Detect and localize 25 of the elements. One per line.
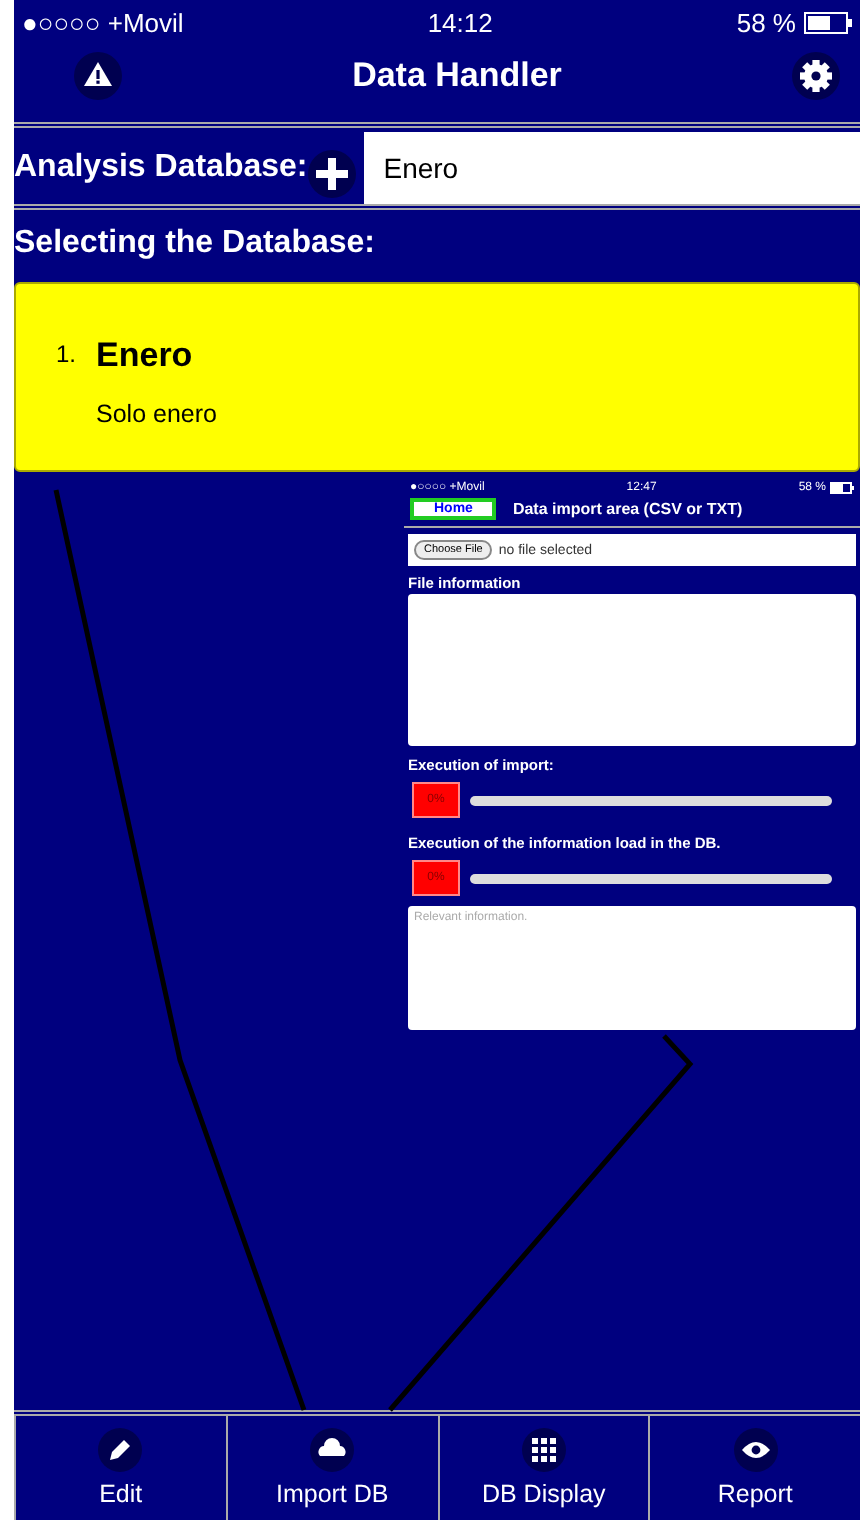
clock-text: 14:12 bbox=[427, 7, 493, 37]
item-number: 1. bbox=[56, 338, 77, 372]
database-name: Enero bbox=[96, 336, 195, 376]
pencil-icon bbox=[98, 1428, 143, 1472]
database-field[interactable]: Enero bbox=[363, 132, 860, 204]
warning-icon[interactable] bbox=[74, 51, 122, 99]
tab-item[interactable]: Edit bbox=[14, 1416, 226, 1520]
eye-icon bbox=[733, 1428, 778, 1472]
section-title: Selecting the Database: bbox=[14, 224, 377, 262]
database-list-item[interactable]: 1. Enero Solo enero bbox=[14, 282, 860, 472]
app-title: Data Handler bbox=[352, 55, 562, 95]
grid-icon bbox=[521, 1428, 566, 1472]
screen-title: Data import area (CSV or TXT) bbox=[512, 500, 743, 518]
settings-icon[interactable] bbox=[792, 51, 840, 99]
add-icon[interactable] bbox=[307, 150, 356, 198]
database-description: Solo enero bbox=[96, 400, 217, 428]
battery-text: 58 % bbox=[736, 7, 796, 37]
cloud-icon bbox=[310, 1428, 355, 1472]
carrier-text: ●○○○○ +Movil bbox=[22, 7, 184, 37]
tab-item[interactable]: Report bbox=[648, 1416, 860, 1520]
battery-icon bbox=[804, 11, 852, 33]
tab-item[interactable]: Import DB bbox=[225, 1416, 437, 1520]
field-label: Analysis Database: bbox=[14, 150, 308, 186]
battery-icon bbox=[830, 482, 854, 494]
tab-item[interactable]: DB Display bbox=[437, 1416, 649, 1520]
